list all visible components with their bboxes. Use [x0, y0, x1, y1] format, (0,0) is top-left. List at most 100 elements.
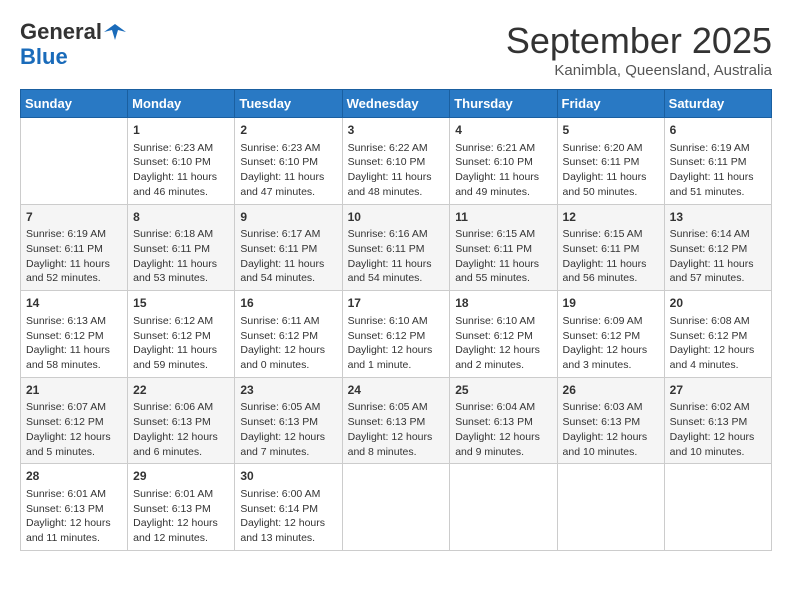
day-info: Sunrise: 6:20 AM: [563, 141, 659, 156]
weekday-header-saturday: Saturday: [664, 90, 771, 118]
day-info: Sunrise: 6:17 AM: [240, 227, 336, 242]
day-info: Daylight: 12 hours: [26, 430, 122, 445]
day-info: Sunset: 6:13 PM: [133, 502, 229, 517]
day-number: 22: [133, 382, 229, 399]
day-info: Daylight: 11 hours: [133, 257, 229, 272]
day-info: Sunset: 6:11 PM: [563, 242, 659, 257]
day-info: Sunrise: 6:08 AM: [670, 314, 766, 329]
weekday-header-friday: Friday: [557, 90, 664, 118]
day-info: and 50 minutes.: [563, 185, 659, 200]
calendar-cell: 21Sunrise: 6:07 AMSunset: 6:12 PMDayligh…: [21, 377, 128, 464]
calendar-cell: 25Sunrise: 6:04 AMSunset: 6:13 PMDayligh…: [450, 377, 557, 464]
day-number: 24: [348, 382, 445, 399]
calendar-cell: 17 Sunrise: 6:10 AMSunset: 6:12 PMDayligh…: [342, 291, 450, 378]
calendar-cell: 9Sunrise: 6:17 AMSunset: 6:11 PMDaylight…: [235, 204, 342, 291]
day-info: and 7 minutes.: [240, 445, 336, 460]
day-info: and 54 minutes.: [348, 271, 445, 286]
day-info: Sunrise: 6:14 AM: [670, 227, 766, 242]
day-info: Daylight: 12 hours: [348, 430, 445, 445]
day-number: 16: [240, 295, 336, 312]
calendar-cell: 26Sunrise: 6:03 AMSunset: 6:13 PMDayligh…: [557, 377, 664, 464]
calendar-table: SundayMondayTuesdayWednesdayThursdayFrid…: [20, 89, 772, 551]
day-info: Sunrise: 6:23 AM: [240, 141, 336, 156]
day-info: Sunrise: 6:11 AM: [240, 314, 336, 329]
calendar-cell: 3Sunrise: 6:22 AMSunset: 6:10 PMDaylight…: [342, 118, 450, 205]
day-info: Sunset: 6:13 PM: [563, 415, 659, 430]
day-info: Sunrise: 6:12 AM: [133, 314, 229, 329]
day-info: Daylight: 12 hours: [670, 430, 766, 445]
day-number: 25: [455, 382, 551, 399]
calendar-week-2: 7Sunrise: 6:19 AMSunset: 6:11 PMDaylight…: [21, 204, 772, 291]
day-info: Sunrise: 6:15 AM: [563, 227, 659, 242]
day-info: and 58 minutes.: [26, 358, 122, 373]
day-info: Sunrise: 6:02 AM: [670, 400, 766, 415]
day-number: 2: [240, 122, 336, 139]
day-info: Sunrise: 6:22 AM: [348, 141, 445, 156]
day-number: 14: [26, 295, 122, 312]
day-number: 23: [240, 382, 336, 399]
day-info: Sunset: 6:11 PM: [26, 242, 122, 257]
day-info: and 49 minutes.: [455, 185, 551, 200]
calendar-cell: [21, 118, 128, 205]
day-info: Sunrise: 6:16 AM: [348, 227, 445, 242]
weekday-header-thursday: Thursday: [450, 90, 557, 118]
calendar-cell: 4Sunrise: 6:21 AMSunset: 6:10 PMDaylight…: [450, 118, 557, 205]
day-info: Daylight: 12 hours: [563, 343, 659, 358]
day-info: Daylight: 11 hours: [455, 170, 551, 185]
calendar-cell: 12Sunrise: 6:15 AMSunset: 6:11 PMDayligh…: [557, 204, 664, 291]
day-info: Daylight: 12 hours: [348, 343, 445, 358]
day-info: and 52 minutes.: [26, 271, 122, 286]
weekday-header-monday: Monday: [128, 90, 235, 118]
day-info: and 2 minutes.: [455, 358, 551, 373]
calendar-week-4: 21Sunrise: 6:07 AMSunset: 6:12 PMDayligh…: [21, 377, 772, 464]
day-info: Sunrise: 6:10 AM: [348, 314, 445, 329]
day-info: Daylight: 11 hours: [240, 257, 336, 272]
day-number: 18: [455, 295, 551, 312]
calendar-cell: 13Sunrise: 6:14 AMSunset: 6:12 PMDayligh…: [664, 204, 771, 291]
day-number: 20: [670, 295, 766, 312]
day-info: Daylight: 12 hours: [240, 343, 336, 358]
calendar-cell: 1Sunrise: 6:23 AMSunset: 6:10 PMDaylight…: [128, 118, 235, 205]
calendar-cell: 28Sunrise: 6:01 AMSunset: 6:13 PMDayligh…: [21, 464, 128, 551]
day-number: 7: [26, 209, 122, 226]
day-info: Sunrise: 6:23 AM: [133, 141, 229, 156]
day-number: 6: [670, 122, 766, 139]
month-title: September 2025: [506, 20, 772, 62]
day-info: and 6 minutes.: [133, 445, 229, 460]
logo-blue: Blue: [20, 44, 68, 69]
day-number: 10: [348, 209, 445, 226]
day-info: Daylight: 11 hours: [670, 170, 766, 185]
day-info: Sunset: 6:11 PM: [455, 242, 551, 257]
day-number: 9: [240, 209, 336, 226]
calendar-cell: 11Sunrise: 6:15 AMSunset: 6:11 PMDayligh…: [450, 204, 557, 291]
day-number: 3: [348, 122, 445, 139]
day-info: Daylight: 11 hours: [26, 257, 122, 272]
day-info: Sunset: 6:13 PM: [26, 502, 122, 517]
calendar-cell: 20Sunrise: 6:08 AMSunset: 6:12 PMDayligh…: [664, 291, 771, 378]
calendar-cell: 14Sunrise: 6:13 AMSunset: 6:12 PMDayligh…: [21, 291, 128, 378]
day-info: Sunset: 6:12 PM: [133, 329, 229, 344]
day-info: Sunset: 6:11 PM: [348, 242, 445, 257]
day-info: and 10 minutes.: [670, 445, 766, 460]
day-number: 17: [348, 295, 445, 312]
day-info: and 3 minutes.: [563, 358, 659, 373]
day-info: Daylight: 11 hours: [133, 170, 229, 185]
day-info: Sunset: 6:11 PM: [240, 242, 336, 257]
day-number: 12: [563, 209, 659, 226]
day-info: Daylight: 12 hours: [455, 430, 551, 445]
calendar-cell: [342, 464, 450, 551]
day-info: Daylight: 11 hours: [348, 170, 445, 185]
day-info: Sunrise: 6:10 AM: [455, 314, 551, 329]
day-number: 19: [563, 295, 659, 312]
day-info: Sunrise: 6:01 AM: [26, 487, 122, 502]
day-info: and 59 minutes.: [133, 358, 229, 373]
day-info: Sunset: 6:12 PM: [348, 329, 445, 344]
day-info: Daylight: 11 hours: [133, 343, 229, 358]
day-number: 5: [563, 122, 659, 139]
day-info: Sunset: 6:11 PM: [133, 242, 229, 257]
day-info: and 55 minutes.: [455, 271, 551, 286]
day-info: Sunset: 6:14 PM: [240, 502, 336, 517]
calendar-cell: 29Sunrise: 6:01 AMSunset: 6:13 PMDayligh…: [128, 464, 235, 551]
day-info: Daylight: 12 hours: [455, 343, 551, 358]
calendar-cell: 5Sunrise: 6:20 AMSunset: 6:11 PMDaylight…: [557, 118, 664, 205]
